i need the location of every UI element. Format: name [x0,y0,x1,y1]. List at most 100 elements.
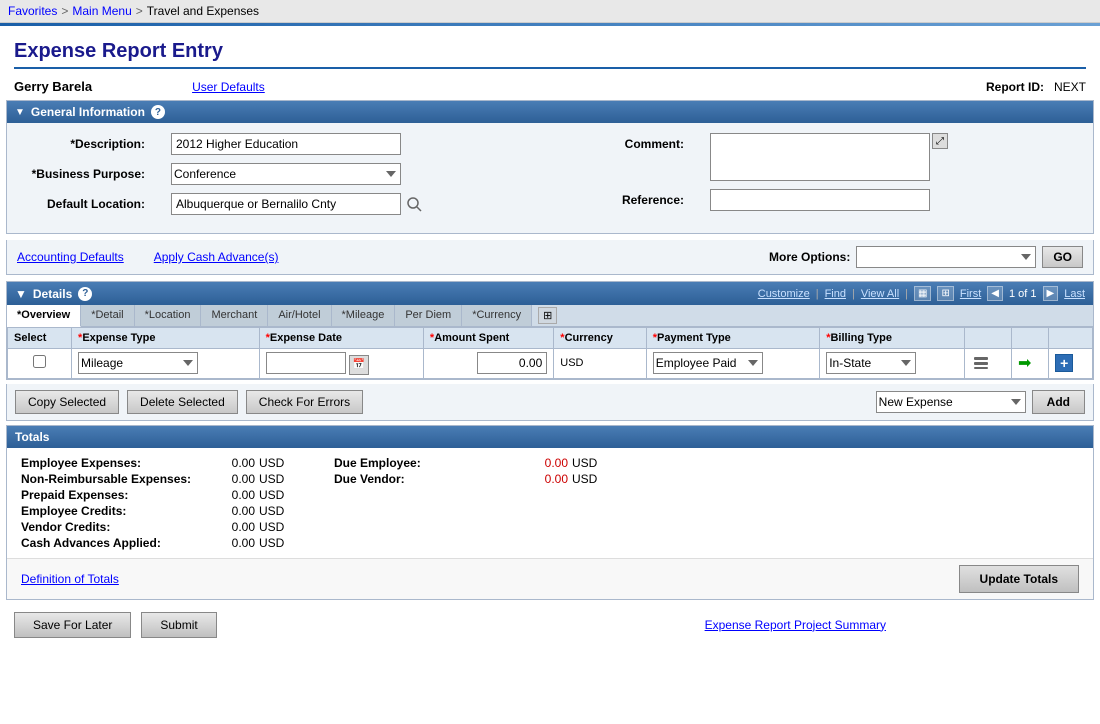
top-nav: Favorites > Main Menu > Travel and Expen… [0,0,1100,23]
row-arrow-cell: ➡ [1011,349,1048,379]
row-detail-icon[interactable] [971,353,991,373]
nav-separator-1: > [61,4,68,18]
definition-of-totals-link[interactable]: Definition of Totals [21,572,119,586]
currency-value: USD [560,357,583,369]
vendor-credits-currency: USD [259,520,294,534]
tab-air-hotel[interactable]: Air/Hotel [268,305,331,326]
new-expense-select[interactable]: New Expense Copy Expense [876,391,1026,413]
user-name: Gerry Barela [14,79,92,94]
table-header-row: Select *Expense Type *Expense Date *Amou… [8,328,1093,349]
due-employee-label: Due Employee: [334,456,514,470]
expense-type-select[interactable]: Mileage Air Travel Hotel Meals Other [78,352,198,374]
table-row: Mileage Air Travel Hotel Meals Other 📅 U… [8,349,1093,379]
tab-overview[interactable]: *Overview [7,305,81,327]
business-purpose-label: *Business Purpose: [21,163,151,181]
go-button[interactable]: GO [1042,246,1083,268]
row-navigate-arrow-icon[interactable]: ➡ [1018,355,1031,372]
description-input-wrapper [171,133,401,155]
accounting-row: Accounting Defaults Apply Cash Advance(s… [6,240,1094,275]
nav-favorites[interactable]: Favorites [8,4,57,18]
view-all-link[interactable]: View All [861,288,899,300]
prev-page-icon[interactable]: ◀ [987,286,1003,301]
cash-advances-row: Cash Advances Applied: 0.00 USD [21,536,294,550]
location-search-icon[interactable] [405,195,423,213]
nav-sep-1: | [816,288,819,300]
first-label[interactable]: First [960,288,981,300]
details-help-icon[interactable]: ? [78,287,92,301]
more-options-select[interactable] [856,246,1036,268]
date-picker-icon[interactable]: 📅 [349,355,369,375]
tab-merchant[interactable]: Merchant [201,305,268,326]
update-totals-button[interactable]: Update Totals [959,565,1079,593]
totals-section: Totals Employee Expenses: 0.00 USD Non-R… [6,425,1094,600]
next-page-icon[interactable]: ▶ [1043,286,1059,301]
more-tabs-icon[interactable]: ⊞ [538,307,557,324]
totals-header: Totals [7,426,1093,448]
last-label[interactable]: Last [1064,288,1085,300]
col-billing-type: *Billing Type [820,328,965,349]
project-summary-link[interactable]: Expense Report Project Summary [705,618,886,632]
submit-button[interactable]: Submit [141,612,216,638]
row-select-checkbox[interactable] [33,355,46,368]
cash-advance-link[interactable]: Apply Cash Advance(s) [154,250,279,264]
details-header: ▼ Details ? Customize | Find | View All … [7,282,1093,305]
vendor-credits-amount: 0.00 [205,520,255,534]
tab-mileage[interactable]: *Mileage [332,305,396,326]
details-header-right: Customize | Find | View All | ▦ ⊞ First … [758,286,1085,301]
general-info-title: General Information [31,105,145,119]
reference-row: Reference: [560,189,1079,211]
row-add-icon[interactable]: + [1055,354,1073,372]
copy-selected-button[interactable]: Copy Selected [15,390,119,414]
comment-expand-icon[interactable]: ⤢ [932,133,948,149]
description-row: *Description: [21,133,540,155]
check-errors-button[interactable]: Check For Errors [246,390,363,414]
accounting-defaults-link[interactable]: Accounting Defaults [17,250,124,264]
find-link[interactable]: Find [825,288,846,300]
tab-per-diem[interactable]: Per Diem [395,305,462,326]
table-view-icon[interactable]: ⊞ [937,286,953,301]
details-header-left: ▼ Details ? [15,287,92,301]
general-info-help-icon[interactable]: ? [151,105,165,119]
col-arrow [1011,328,1048,349]
due-vendor-row: Due Vendor: 0.00 USD [334,472,607,486]
description-input[interactable] [171,133,401,155]
action-buttons-row: Copy Selected Delete Selected Check For … [6,384,1094,421]
row-currency-cell: USD [554,349,646,379]
due-employee-amount: 0.00 [518,456,568,470]
add-button[interactable]: Add [1032,390,1085,414]
due-vendor-amount: 0.00 [518,472,568,486]
tab-location[interactable]: *Location [135,305,202,326]
payment-type-select[interactable]: Employee Paid Company Paid Corporate Car… [653,352,763,374]
delete-selected-button[interactable]: Delete Selected [127,390,238,414]
col-actions [965,328,1012,349]
business-purpose-select[interactable]: Conference Training Meeting Other [171,163,401,185]
tab-detail[interactable]: *Detail [81,305,134,326]
user-defaults-link[interactable]: User Defaults [192,80,265,94]
business-purpose-input-wrapper: Conference Training Meeting Other [171,163,401,185]
employee-expenses-label: Employee Expenses: [21,456,201,470]
reference-input[interactable] [710,189,930,211]
tab-extra: ⊞ [532,305,563,326]
details-section: ▼ Details ? Customize | Find | View All … [6,281,1094,380]
expense-date-input[interactable] [266,352,346,374]
row-select-cell [8,349,72,379]
comment-textarea[interactable] [710,133,930,181]
report-id-label: Report ID: [986,80,1044,94]
row-detail-icon-cell [965,349,1012,379]
vendor-credits-row: Vendor Credits: 0.00 USD [21,520,294,534]
billing-type-select[interactable]: In-State Out-of-State International [826,352,916,374]
totals-body: Employee Expenses: 0.00 USD Non-Reimburs… [7,448,1093,558]
tab-currency[interactable]: *Currency [462,305,532,326]
grid-view-icon[interactable]: ▦ [914,286,931,301]
nav-sep-2: | [852,288,855,300]
nav-main-menu[interactable]: Main Menu [72,4,131,18]
save-for-later-button[interactable]: Save For Later [14,612,131,638]
amount-input[interactable] [477,352,547,374]
totals-right-col: Due Employee: 0.00 USD Due Vendor: 0.00 … [334,456,607,550]
customize-link[interactable]: Customize [758,288,810,300]
collapse-arrow-icon[interactable]: ▼ [15,107,25,118]
details-collapse-icon[interactable]: ▼ [15,287,27,301]
default-location-input[interactable] [171,193,401,215]
prepaid-label: Prepaid Expenses: [21,488,201,502]
col-expense-date: *Expense Date [259,328,423,349]
